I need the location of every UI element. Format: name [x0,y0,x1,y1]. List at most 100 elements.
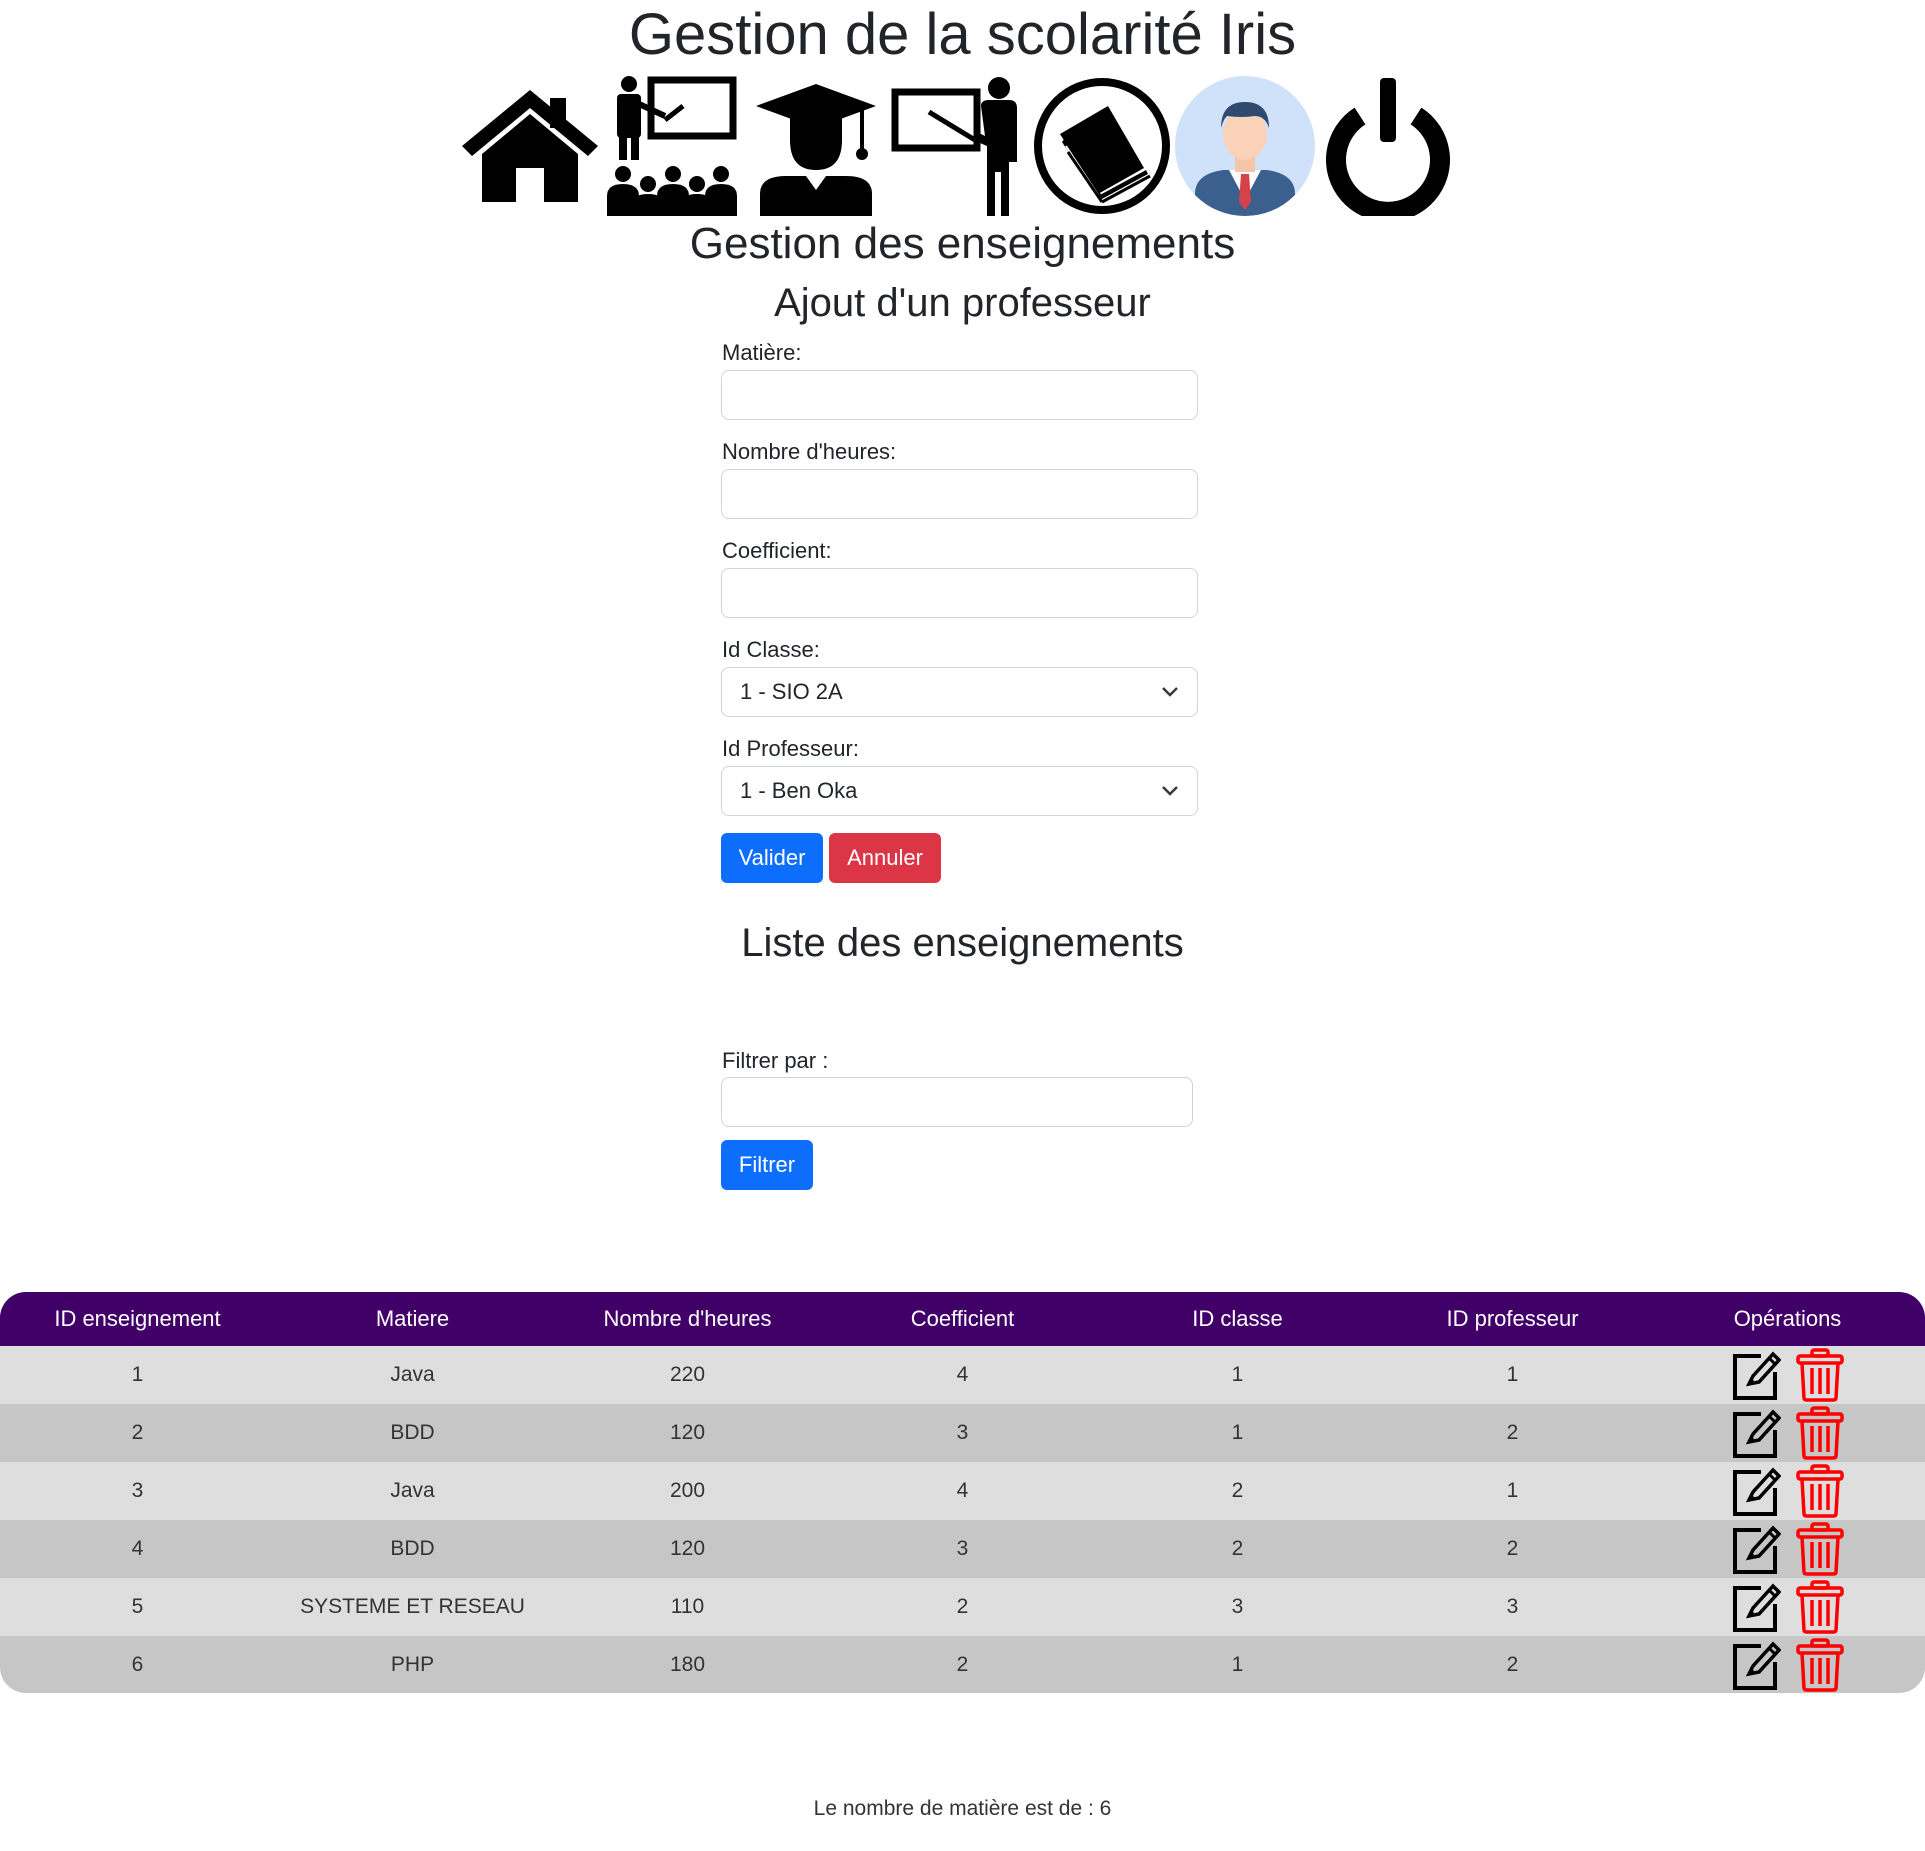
table-cell: 1 [131,1363,144,1386]
form-title: Ajout d'un professeur [774,281,1151,325]
column-header: ID professeur [1446,1306,1579,1331]
table-cell: BDD [390,1421,435,1444]
table-row: 3 Java 200 4 2 1 [0,1462,1925,1520]
table-cell: 4 [956,1479,969,1502]
operations [1650,1406,1925,1460]
column-header: Coefficient [910,1306,1015,1331]
chevron-down-icon [1162,687,1178,697]
table-cell: 3 [956,1421,969,1444]
classe-select-value: 1 - SIO 2A [740,679,843,704]
table-cell: Java [390,1479,435,1502]
operations [1650,1522,1925,1576]
chevron-down-icon [1162,786,1178,796]
operations [1650,1464,1925,1518]
column-header: Nombre d'heures [603,1306,772,1331]
table-header-row: ID enseignement Matiere Nombre d'heures … [0,1292,1925,1346]
enseignements-table: ID enseignement Matiere Nombre d'heures … [0,1292,1925,1693]
edit-icon[interactable] [1731,1580,1781,1634]
edit-icon[interactable] [1731,1522,1781,1576]
subjects-icon[interactable] [1032,76,1172,216]
table-cell: BDD [390,1537,435,1560]
table-cell: 1 [1231,1421,1244,1444]
table-row: 4 BDD 120 3 2 2 [0,1520,1925,1578]
table-cell: 2 [131,1421,144,1444]
profile-icon[interactable] [1175,76,1315,216]
filter-input[interactable] [721,1077,1193,1127]
matiere-input[interactable] [721,370,1198,420]
professeur-label: Id Professeur: [722,736,859,761]
table-cell: 2 [1506,1653,1519,1676]
table-cell: 2 [1231,1479,1244,1502]
list-title: Liste des enseignements [741,921,1184,965]
trash-icon[interactable] [1795,1348,1845,1402]
annuler-button[interactable]: Annuler [829,833,941,883]
filtrer-button[interactable]: Filtrer [721,1140,813,1190]
column-header: ID classe [1192,1306,1283,1331]
operations [1650,1348,1925,1402]
table-row: 6 PHP 180 2 1 2 [0,1636,1925,1693]
operations-cell [1650,1462,1925,1520]
table-cell: 180 [669,1653,706,1676]
table-cell: 2 [956,1653,969,1676]
valider-button[interactable]: Valider [721,833,823,883]
table-cell: 110 [670,1595,705,1618]
filter-label: Filtrer par : [722,1048,829,1073]
trash-icon[interactable] [1795,1406,1845,1460]
table-cell: 3 [1231,1595,1244,1618]
column-header: Matiere [375,1306,450,1331]
table-cell: 4 [956,1363,969,1386]
table-row: 2 BDD 120 3 1 2 [0,1404,1925,1462]
table-cell: 2 [956,1595,969,1618]
teachers-icon[interactable] [889,76,1029,216]
operations-cell [1650,1636,1925,1693]
edit-icon[interactable] [1731,1464,1781,1518]
logout-icon[interactable] [1318,76,1458,216]
matiere-label: Matière: [722,340,802,365]
edit-icon[interactable] [1731,1638,1781,1692]
table-cell: 220 [669,1363,706,1386]
professeur-select-value: 1 - Ben Oka [740,778,858,803]
heures-input[interactable] [721,469,1198,519]
trash-icon[interactable] [1795,1464,1845,1518]
table-cell: SYSTEME ET RESEAU [300,1595,525,1618]
table-cell: 2 [1231,1537,1244,1560]
classe-label: Id Classe: [722,637,820,662]
table-row: 5 SYSTEME ET RESEAU 110 2 3 3 [0,1578,1925,1636]
students-icon[interactable] [746,76,886,216]
trash-icon[interactable] [1795,1522,1845,1576]
table-cell: 120 [669,1537,706,1560]
table-row: 1 Java 220 4 1 1 [0,1346,1925,1404]
table-cell: 120 [669,1421,706,1444]
column-header: ID enseignement [54,1306,221,1331]
heures-label: Nombre d'heures: [722,439,897,464]
edit-icon[interactable] [1731,1406,1781,1460]
table-cell: 1 [1506,1363,1519,1386]
matiere-count: Le nombre de matière est de : 6 [813,1797,1112,1820]
table-cell: 1 [1506,1479,1519,1502]
operations-cell [1650,1346,1925,1404]
app-title: Gestion de la scolarité Iris [628,2,1297,67]
edit-icon[interactable] [1731,1348,1781,1402]
table-cell: 1 [1231,1653,1244,1676]
classes-icon[interactable] [603,76,743,216]
table-cell: PHP [390,1653,435,1676]
classe-select[interactable]: 1 - SIO 2A [721,667,1198,717]
table-cell: 3 [1506,1595,1519,1618]
coefficient-input[interactable] [721,568,1198,618]
table-cell: 1 [1231,1363,1244,1386]
professeur-select[interactable]: 1 - Ben Oka [721,766,1198,816]
trash-icon[interactable] [1795,1638,1845,1692]
operations [1650,1638,1925,1692]
table-cell: 200 [669,1479,706,1502]
trash-icon[interactable] [1795,1580,1845,1634]
operations-cell [1650,1520,1925,1578]
table-cell: 5 [131,1595,144,1618]
operations-cell [1650,1578,1925,1636]
coefficient-label: Coefficient: [722,538,832,563]
page-title: Gestion des enseignements [689,219,1236,268]
operations-cell [1650,1404,1925,1462]
home-icon[interactable] [460,76,600,216]
table-cell: 2 [1506,1421,1519,1444]
table-cell: 6 [131,1653,144,1676]
table-cell: 3 [131,1479,144,1502]
